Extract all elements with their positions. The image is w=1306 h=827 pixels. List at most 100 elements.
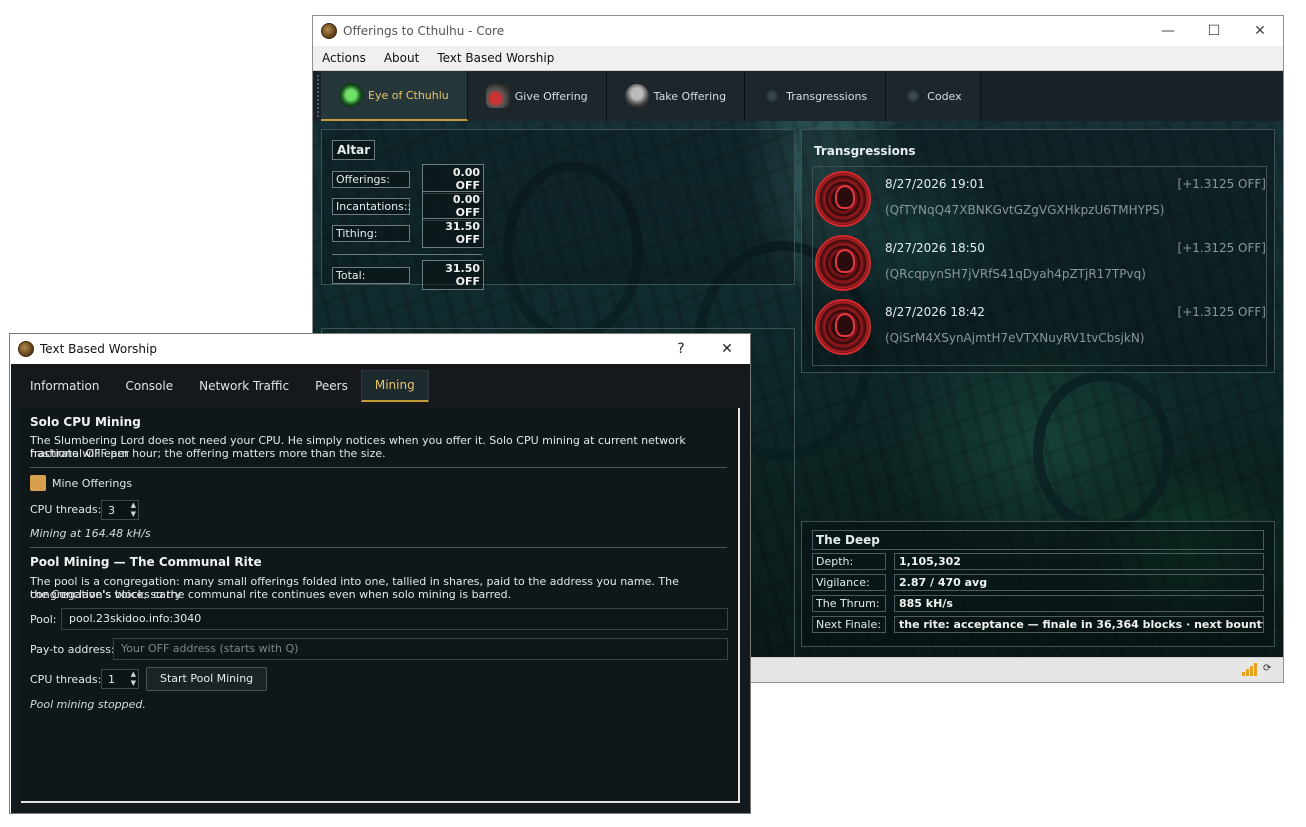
menu-actions[interactable]: Actions [313, 46, 375, 70]
pay-to-address-input[interactable]: Your OFF address (starts with Q) [113, 638, 728, 660]
altar-row-incantations: Incantations:: 0.00 OFF [332, 191, 484, 221]
tab-codex[interactable]: Codex [886, 71, 981, 121]
altar-label: Total: [332, 266, 410, 284]
deep-row-vigilance: Vigilance: 2.87 / 470 avg [812, 574, 1264, 591]
altar-label: Tithing: [332, 224, 410, 242]
altar-title: Altar [332, 140, 376, 160]
pool-description-line-2: the Conclave's voice, so the communal ri… [30, 588, 512, 601]
solo-threads-value: 3 [108, 504, 115, 517]
divider [30, 467, 727, 468]
deep-value: 2.87 / 470 avg [894, 574, 1264, 591]
dialog-tab-bar: Information Console Network Traffic Peer… [11, 364, 750, 408]
pool-label: Pool: [30, 613, 57, 626]
altar-row-tithing: Tithing: 31.50 OFF [332, 218, 484, 248]
transgressions-panel: Transgressions 8/27/2026 19:01 [+1.3125 … [801, 129, 1275, 373]
start-pool-mining-button[interactable]: Start Pool Mining [146, 667, 268, 691]
window-title: Offerings to Cthulhu - Core [343, 24, 505, 38]
mine-offerings-checkbox[interactable] [30, 475, 46, 491]
dialog-title: Text Based Worship [40, 341, 157, 356]
tab-network-traffic[interactable]: Network Traffic [186, 370, 302, 402]
transgression-date: 8/27/2026 18:50 [885, 241, 985, 255]
the-deep-panel: The Deep Depth: 1,105,302 Vigilance: 2.8… [801, 521, 1275, 647]
cthulhu-seal-icon [815, 171, 871, 227]
pool-address-input[interactable]: pool.23skidoo.info:3040 [61, 608, 728, 630]
altar-row-offerings: Offerings: 0.00 OFF [332, 164, 484, 194]
minimize-button[interactable]: — [1145, 16, 1191, 46]
transgression-item[interactable]: 8/27/2026 19:01 [+1.3125 OFF] (QfTYNqQ47… [813, 167, 1266, 231]
give-offering-icon [485, 84, 510, 108]
menu-text-based-worship[interactable]: Text Based Worship [428, 46, 563, 70]
app-logo-icon [18, 340, 34, 357]
main-tab-bar: Eye of Cthuhlu Give Offering Take Offeri… [313, 71, 1283, 121]
close-button[interactable]: ✕ [704, 334, 750, 363]
transgression-address: (QfTYNqQ47XBNKGvtGZgVGXHkpzU6TMHYPS) [885, 203, 1165, 217]
tab-transgressions[interactable]: Transgressions [745, 71, 887, 121]
deep-row-thrum: The Thrum: 885 kH/s [812, 595, 1264, 612]
transgressions-list[interactable]: 8/27/2026 19:01 [+1.3125 OFF] (QfTYNqQ47… [812, 166, 1267, 366]
altar-row-total: Total: 31.50 OFF [332, 260, 484, 290]
tab-information[interactable]: Information [17, 370, 112, 402]
pool-threads-spinbox[interactable]: 1 ▲ ▼ [101, 669, 139, 689]
text-based-worship-dialog: Text Based Worship ? ✕ Information Conso… [9, 333, 751, 814]
altar-value: 31.50 OFF [422, 218, 484, 248]
deep-row-next-finale: Next Finale: the rite: acceptance — fina… [812, 616, 1264, 633]
deep-label: Next Finale: [812, 616, 886, 633]
solo-threads-label: CPU threads: [30, 503, 102, 516]
maximize-button[interactable]: ☐ [1191, 16, 1237, 46]
help-button[interactable]: ? [658, 334, 704, 363]
menu-about[interactable]: About [375, 46, 428, 70]
pool-mining-status: Pool mining stopped. [30, 698, 146, 711]
deep-label: Depth: [812, 553, 886, 570]
transgression-amount: [+1.3125 OFF] [1177, 241, 1266, 255]
tab-take-offering[interactable]: Take Offering [606, 71, 746, 121]
solo-mining-status: Mining at 164.48 kH/s [30, 527, 151, 540]
altar-value: 0.00 OFF [422, 164, 484, 194]
tab-console[interactable]: Console [112, 370, 186, 402]
tab-mining[interactable]: Mining [360, 370, 429, 402]
altar-label: Incantations:: [332, 197, 411, 215]
tab-label: Give Offering [514, 89, 588, 103]
sync-icon[interactable]: ⟳ [1263, 662, 1275, 676]
spin-arrows-icon[interactable]: ▲ ▼ [131, 501, 136, 519]
signal-bars-icon[interactable] [1242, 662, 1257, 676]
dialog-titlebar[interactable]: Text Based Worship ? ✕ [10, 334, 750, 363]
tab-label: Take Offering [653, 89, 727, 103]
deep-label: The Thrum: [812, 595, 886, 612]
transgression-item[interactable]: 8/27/2026 18:42 [+1.3125 OFF] (QiSrM4XSy… [813, 295, 1266, 359]
altar-label: Offerings: [332, 170, 410, 188]
pool-mining-title: Pool Mining — The Communal Rite [30, 555, 262, 569]
tab-peers[interactable]: Peers [302, 370, 361, 402]
deep-value: 885 kH/s [894, 595, 1264, 612]
tab-eye-of-cthuhlu[interactable]: Eye of Cthuhlu [321, 71, 468, 121]
altar-divider [332, 254, 482, 255]
transgression-address: (QiSrM4XSynAjmtH7eVTXNuyRV1tvCbsjkN) [885, 331, 1145, 345]
tab-label: Eye of Cthuhlu [368, 88, 449, 102]
transgressions-icon [763, 87, 782, 105]
transgressions-title: Transgressions [814, 144, 916, 158]
cthulhu-seal-icon [815, 299, 871, 355]
tab-label: Codex [927, 89, 962, 103]
transgression-item[interactable]: 8/27/2026 18:50 [+1.3125 OFF] (QRcqpynSH… [813, 231, 1266, 295]
mine-offerings-label: Mine Offerings [52, 477, 133, 490]
altar-panel: Altar Offerings: 0.00 OFF Incantations::… [321, 129, 795, 290]
main-titlebar[interactable]: Offerings to Cthulhu - Core — ☐ ✕ [313, 16, 1283, 46]
codex-icon [904, 87, 923, 105]
solo-mining-title: Solo CPU Mining [30, 415, 141, 429]
pool-threads-value: 1 [108, 673, 115, 686]
spin-arrows-icon[interactable]: ▲ ▼ [131, 670, 136, 688]
deep-label: Vigilance: [812, 574, 886, 591]
take-offering-icon [624, 84, 649, 108]
transgression-date: 8/27/2026 18:42 [885, 305, 985, 319]
divider [30, 547, 727, 548]
pay-to-address-label: Pay-to address: [30, 643, 115, 656]
background-tentacle [1033, 371, 1173, 531]
altar-value: 0.00 OFF [422, 191, 484, 221]
mining-scroll-area[interactable]: Solo CPU Mining The Slumbering Lord does… [21, 408, 740, 803]
close-button[interactable]: ✕ [1237, 16, 1283, 46]
transgression-amount: [+1.3125 OFF] [1177, 305, 1266, 319]
tab-give-offering[interactable]: Give Offering [467, 71, 607, 121]
deep-value: 1,105,302 [894, 553, 1264, 570]
pool-threads-label: CPU threads: [30, 673, 102, 686]
solo-threads-spinbox[interactable]: 3 ▲ ▼ [101, 500, 139, 520]
the-deep-title: The Deep [812, 530, 1264, 550]
